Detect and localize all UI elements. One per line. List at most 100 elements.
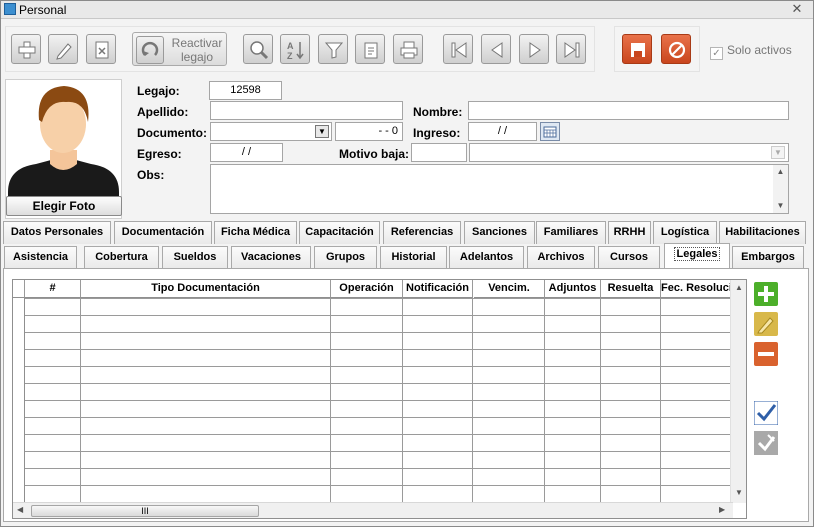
- column-header-tipo-documentacion[interactable]: Tipo Documentación: [81, 280, 331, 298]
- obs-scrollbar[interactable]: ▲ ▼: [773, 165, 788, 213]
- tab-familiares[interactable]: Familiares: [536, 221, 606, 244]
- solo-activos-checkbox[interactable]: ✓ Solo activos: [710, 43, 792, 60]
- row-header[interactable]: [13, 417, 25, 434]
- documento-type-select[interactable]: [210, 122, 332, 141]
- scroll-down-icon[interactable]: ▼: [731, 488, 746, 497]
- grid-horizontal-scrollbar[interactable]: ◀ III ▶: [13, 502, 733, 518]
- row-header[interactable]: [13, 434, 25, 451]
- tab-capacitacion[interactable]: Capacitación: [299, 221, 380, 244]
- save-button[interactable]: [622, 34, 652, 64]
- elegir-foto-button[interactable]: Elegir Foto: [6, 196, 122, 216]
- undo-button[interactable]: [754, 431, 778, 455]
- table-row[interactable]: [13, 332, 733, 333]
- table-row[interactable]: [13, 400, 733, 401]
- row-header[interactable]: [13, 451, 25, 468]
- print-button[interactable]: [393, 34, 423, 64]
- filter-button[interactable]: [318, 34, 348, 64]
- tab-historial[interactable]: Historial: [380, 246, 447, 269]
- close-icon[interactable]: ✕: [787, 1, 807, 17]
- edit-button[interactable]: [48, 34, 78, 64]
- scroll-left-icon[interactable]: ◀: [17, 505, 23, 514]
- tab-cobertura[interactable]: Cobertura: [84, 246, 159, 269]
- scroll-down-icon[interactable]: ▼: [773, 199, 788, 213]
- column-header-vencim[interactable]: Vencim.: [474, 280, 545, 298]
- tab-datos-personales[interactable]: Datos Personales: [3, 221, 111, 244]
- tab-rrhh[interactable]: RRHH: [608, 221, 651, 244]
- legajo-field[interactable]: 12598: [209, 81, 282, 100]
- grid-vertical-scrollbar[interactable]: ▲ ▼: [730, 280, 746, 503]
- row-header[interactable]: [13, 332, 25, 349]
- remove-row-button[interactable]: [754, 342, 778, 366]
- column-header-notificacion[interactable]: Notificación: [403, 280, 473, 298]
- next-record-button[interactable]: [519, 34, 549, 64]
- tab-legales[interactable]: Legales: [664, 243, 730, 268]
- tab-asistencia[interactable]: Asistencia: [4, 246, 77, 269]
- table-row[interactable]: [13, 485, 733, 486]
- scroll-right-icon[interactable]: ▶: [719, 505, 725, 514]
- sort-button[interactable]: AZ: [280, 34, 310, 64]
- motivo-code-field[interactable]: [411, 143, 467, 162]
- edit-row-button[interactable]: [754, 312, 778, 336]
- table-row[interactable]: [13, 451, 733, 452]
- column-header-adjuntos[interactable]: Adjuntos: [545, 280, 601, 298]
- column-header-[interactable]: #: [25, 280, 81, 298]
- add-button[interactable]: [11, 34, 41, 64]
- table-row[interactable]: [13, 417, 733, 418]
- table-row[interactable]: [13, 298, 733, 299]
- chevron-down-icon[interactable]: ▼: [771, 146, 785, 159]
- tab-grupos[interactable]: Grupos: [314, 246, 377, 269]
- tab-cursos[interactable]: Cursos: [598, 246, 660, 269]
- table-row[interactable]: [13, 366, 733, 367]
- tab-sanciones[interactable]: Sanciones: [464, 221, 535, 244]
- report-button[interactable]: [355, 34, 385, 64]
- checkbox-check-icon[interactable]: ✓: [710, 47, 723, 60]
- row-header[interactable]: [13, 400, 25, 417]
- egreso-date-field[interactable]: / /: [210, 143, 283, 162]
- table-row[interactable]: [13, 349, 733, 350]
- row-header[interactable]: [13, 383, 25, 400]
- scroll-thumb[interactable]: III: [31, 505, 259, 517]
- table-row[interactable]: [13, 468, 733, 469]
- confirm-button[interactable]: [753, 400, 779, 426]
- column-header-operacion[interactable]: Operación: [331, 280, 403, 298]
- first-record-button[interactable]: [443, 34, 473, 64]
- tab-ficha-medica[interactable]: Ficha Médica: [214, 221, 297, 244]
- add-row-button[interactable]: [754, 282, 778, 306]
- scroll-up-icon[interactable]: ▲: [773, 165, 788, 179]
- table-row[interactable]: [13, 383, 733, 384]
- tab-vacaciones[interactable]: Vacaciones: [231, 246, 311, 269]
- documento-number-field[interactable]: - - 0: [335, 122, 403, 141]
- column-header-fec-resolucion[interactable]: Fec. Resolución: [661, 280, 733, 298]
- obs-textarea[interactable]: [210, 164, 789, 214]
- search-button[interactable]: [243, 34, 273, 64]
- row-header[interactable]: [13, 468, 25, 485]
- apellido-field[interactable]: [210, 101, 403, 120]
- row-header[interactable]: [13, 485, 25, 502]
- row-header[interactable]: [13, 366, 25, 383]
- tab-habilitaciones[interactable]: Habilitaciones: [719, 221, 806, 244]
- tab-archivos[interactable]: Archivos: [527, 246, 595, 269]
- nombre-field[interactable]: [468, 101, 789, 120]
- row-header[interactable]: [13, 298, 25, 315]
- tab-adelantos[interactable]: Adelantos: [449, 246, 524, 269]
- tab-documentacion[interactable]: Documentación: [114, 221, 212, 244]
- scroll-up-icon[interactable]: ▲: [731, 283, 746, 292]
- table-row[interactable]: [13, 434, 733, 435]
- row-header[interactable]: [13, 315, 25, 332]
- table-row[interactable]: [13, 315, 733, 316]
- tab-referencias[interactable]: Referencias: [383, 221, 461, 244]
- delete-button[interactable]: [86, 34, 116, 64]
- previous-record-button[interactable]: [481, 34, 511, 64]
- cancel-button[interactable]: [661, 34, 691, 64]
- tab-logistica[interactable]: Logística: [653, 221, 717, 244]
- legales-grid[interactable]: # Tipo Documentación Operación Notificación…: [12, 279, 747, 519]
- last-record-button[interactable]: [556, 34, 586, 64]
- chevron-down-icon[interactable]: ▼: [315, 125, 329, 138]
- motivo-select[interactable]: [469, 143, 789, 162]
- calendar-icon[interactable]: [540, 122, 560, 141]
- tab-embargos[interactable]: Embargos: [732, 246, 804, 269]
- column-header-resuelta[interactable]: Resuelta: [601, 280, 661, 298]
- row-header[interactable]: [13, 349, 25, 366]
- tab-sueldos[interactable]: Sueldos: [162, 246, 228, 269]
- reactivar-legajo-button[interactable]: Reactivar legajo: [132, 32, 227, 66]
